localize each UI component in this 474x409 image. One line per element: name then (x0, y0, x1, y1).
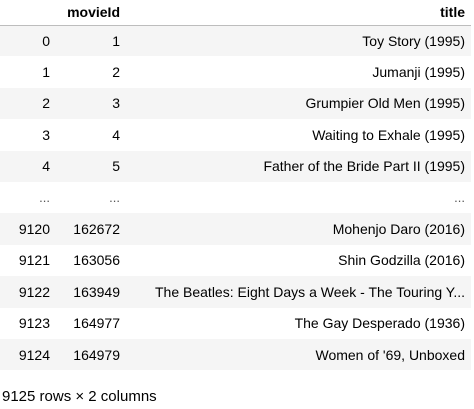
index-header (0, 0, 58, 26)
movieid-header: movieId (58, 0, 126, 26)
row-index: 2 (42, 95, 50, 112)
title-cell: Toy Story (1995) (362, 32, 465, 49)
table-row: 9121 163056 Shin Godzilla (2016) (0, 244, 471, 277)
row-index: 1 (42, 64, 50, 81)
title-cell: Mohenjo Daro (2016) (332, 221, 465, 238)
title-cell: Father of the Bride Part II (1995) (263, 158, 465, 175)
dataframe-table: movieId title 0 1 Toy Story (1995) 1 2 J… (0, 0, 471, 371)
title-cell: The Gay Desperado (1936) (294, 315, 465, 332)
table-row: 0 1 Toy Story (1995) (0, 25, 471, 57)
table-row: 2 3 Grumpier Old Men (1995) (0, 87, 471, 120)
row-index: 9124 (18, 346, 50, 363)
dataframe-shape-summary: 9125 rows × 2 columns (2, 388, 157, 406)
movieid-cell: 164977 (73, 315, 120, 332)
row-index: ... (39, 190, 50, 206)
table-row: 3 4 Waiting to Exhale (1995) (0, 119, 471, 151)
movieid-cell: 163949 (73, 283, 120, 300)
movieid-cell: 3 (112, 95, 120, 112)
table-row: 4 5 Father of the Bride Part II (1995) (0, 150, 471, 182)
table-row: 9124 164979 Women of '69, Unboxed (0, 338, 471, 371)
title-cell: The Beatles: Eight Days a Week - The Tou… (155, 283, 465, 300)
row-index: 3 (42, 126, 50, 143)
movieid-cell: 5 (112, 158, 120, 175)
row-index: 9121 (18, 252, 50, 269)
title-cell: Waiting to Exhale (1995) (312, 126, 465, 143)
table-row: 1 2 Jumanji (1995) (0, 56, 471, 88)
title-header: title (126, 0, 471, 26)
table-row: 9122 163949 The Beatles: Eight Days a We… (0, 276, 471, 308)
row-index: 9123 (18, 315, 50, 332)
header-row: movieId title (0, 0, 471, 26)
table-row: 9123 164977 The Gay Desperado (1936) (0, 307, 471, 339)
movieid-cell: 163056 (73, 252, 120, 269)
movieid-cell: 162672 (73, 221, 120, 238)
title-cell: Women of '69, Unboxed (315, 346, 465, 363)
ellipsis-row: ... ... ... (0, 181, 471, 214)
movieid-cell: ... (109, 190, 120, 206)
title-cell: Jumanji (1995) (372, 64, 465, 81)
movieid-cell: 164979 (73, 346, 120, 363)
title-cell: ... (454, 190, 465, 206)
row-index: 9122 (18, 283, 50, 300)
movieid-cell: 2 (112, 64, 120, 81)
table-header: movieId title (0, 0, 471, 26)
title-cell: Grumpier Old Men (1995) (305, 95, 465, 112)
title-cell: Shin Godzilla (2016) (338, 252, 465, 269)
row-index: 0 (42, 32, 50, 49)
movieid-cell: 4 (112, 126, 120, 143)
table-body: 0 1 Toy Story (1995) 1 2 Jumanji (1995) … (0, 25, 471, 371)
table-row: 9120 162672 Mohenjo Daro (2016) (0, 213, 471, 245)
dataframe-output: movieId title 0 1 Toy Story (1995) 1 2 J… (0, 0, 474, 405)
row-index: 9120 (18, 221, 50, 238)
movieid-cell: 1 (112, 32, 120, 49)
row-index: 4 (42, 158, 50, 175)
